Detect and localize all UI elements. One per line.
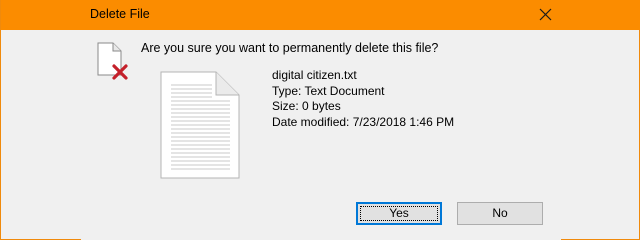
confirmation-question: Are you sure you want to permanently del… (141, 41, 439, 55)
yes-button-label: Yes (389, 206, 409, 220)
title-bar[interactable]: Delete File (1, 0, 640, 30)
close-icon (539, 8, 552, 21)
window-title: Delete File (90, 7, 150, 21)
file-details: digital citizen.txt Type: Text Document … (272, 68, 454, 130)
text-document-icon (160, 71, 240, 179)
file-type: Type: Text Document (272, 83, 385, 98)
no-button[interactable]: No (457, 202, 543, 225)
delete-file-dialog: Delete File Are you sure you want to per… (0, 0, 640, 240)
file-date-modified: Date modified: 7/23/2018 1:46 PM (272, 114, 455, 129)
no-button-label: No (492, 206, 508, 220)
delete-file-icon (97, 42, 128, 80)
file-name: digital citizen.txt (272, 68, 357, 82)
file-size: Size: 0 bytes (272, 99, 341, 113)
close-button[interactable] (529, 2, 561, 28)
yes-button[interactable]: Yes (356, 202, 442, 225)
